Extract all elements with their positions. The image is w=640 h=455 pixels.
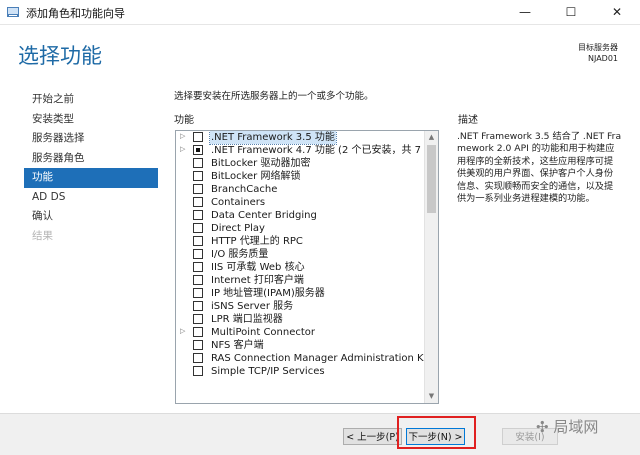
- next-button-highlight: [397, 416, 476, 449]
- nav-item[interactable]: AD DS: [24, 188, 158, 208]
- feature-row[interactable]: HTTP 代理上的 RPC: [176, 235, 438, 248]
- target-server-label: 目标服务器: [578, 43, 618, 52]
- feature-row[interactable]: Containers: [176, 196, 438, 209]
- feature-checkbox[interactable]: [193, 145, 203, 155]
- feature-row[interactable]: ▷ .NET Framework 3.5 功能: [176, 131, 438, 145]
- nav-item[interactable]: 服务器角色: [24, 149, 158, 169]
- close-button[interactable]: ✕: [594, 0, 640, 24]
- feature-checkbox[interactable]: [193, 197, 203, 207]
- feature-label[interactable]: LPR 端口监视器: [210, 313, 284, 326]
- nav-item[interactable]: 安装类型: [24, 110, 158, 130]
- feature-row[interactable]: BitLocker 驱动器加密: [176, 157, 438, 170]
- nav-item: 结果: [32, 229, 53, 242]
- wizard-nav: 开始之前 安装类型 服务器选择 服务器角色 功能 AD DS 确认结果: [24, 90, 158, 246]
- feature-row[interactable]: NFS 客户端: [176, 339, 438, 352]
- expand-arrow-icon[interactable]: ▷: [180, 327, 185, 335]
- expand-arrow-icon[interactable]: ▷: [180, 145, 185, 153]
- wizard-app-icon: [7, 7, 19, 17]
- feature-checkbox[interactable]: [193, 288, 203, 298]
- features-heading: 功能: [174, 115, 194, 126]
- feature-row[interactable]: iSNS Server 服务: [176, 300, 438, 313]
- feature-label[interactable]: Internet 打印客户端: [210, 274, 305, 287]
- feature-row[interactable]: BitLocker 网络解锁: [176, 170, 438, 183]
- feature-row[interactable]: LPR 端口监视器: [176, 313, 438, 326]
- feature-label[interactable]: IP 地址管理(IPAM)服务器: [210, 287, 326, 300]
- feature-checkbox[interactable]: [193, 262, 203, 272]
- feature-row[interactable]: Internet 打印客户端: [176, 274, 438, 287]
- feature-label[interactable]: BitLocker 网络解锁: [210, 170, 301, 183]
- feature-label[interactable]: NFS 客户端: [210, 339, 265, 352]
- feature-label[interactable]: Containers: [210, 196, 266, 209]
- feature-row[interactable]: BranchCache: [176, 183, 438, 196]
- feature-checkbox[interactable]: [193, 275, 203, 285]
- window-titlebar: 添加角色和功能向导 — ☐ ✕: [0, 0, 640, 25]
- feature-checkbox[interactable]: [193, 171, 203, 181]
- feature-checkbox[interactable]: [193, 353, 203, 363]
- nav-item[interactable]: 确认: [24, 207, 158, 227]
- scroll-down-arrow-icon[interactable]: ▼: [425, 390, 438, 403]
- page-title: 选择功能: [18, 44, 102, 68]
- feature-row[interactable]: IP 地址管理(IPAM)服务器: [176, 287, 438, 300]
- maximize-button[interactable]: ☐: [548, 0, 594, 24]
- feature-checkbox[interactable]: [193, 132, 203, 142]
- feature-checkbox[interactable]: [193, 366, 203, 376]
- feature-label[interactable]: Data Center Bridging: [210, 209, 318, 222]
- feature-label[interactable]: HTTP 代理上的 RPC: [210, 235, 304, 248]
- feature-checkbox[interactable]: [193, 158, 203, 168]
- minimize-button[interactable]: —: [502, 0, 548, 24]
- feature-label[interactable]: Simple TCP/IP Services: [210, 365, 326, 378]
- nav-item[interactable]: 服务器选择: [24, 129, 158, 149]
- nav-item[interactable]: 功能: [24, 168, 158, 188]
- feature-row[interactable]: I/O 服务质量: [176, 248, 438, 261]
- feature-label[interactable]: RAS Connection Manager Administration Ki…: [210, 352, 438, 365]
- feature-checkbox[interactable]: [193, 327, 203, 337]
- scroll-thumb[interactable]: [427, 145, 436, 213]
- expand-arrow-icon[interactable]: ▷: [180, 132, 185, 140]
- feature-row[interactable]: ▷ .NET Framework 4.7 功能 (2 个已安装，共 7 个): [176, 144, 438, 157]
- feature-checkbox[interactable]: [193, 184, 203, 194]
- target-server-name: NJAD01: [587, 54, 618, 63]
- feature-label[interactable]: BranchCache: [210, 183, 278, 196]
- feature-label[interactable]: MultiPoint Connector: [210, 326, 316, 339]
- watermark-text: 局域网: [553, 418, 599, 436]
- feature-label[interactable]: I/O 服务质量: [210, 248, 269, 261]
- feature-row[interactable]: Data Center Bridging: [176, 209, 438, 222]
- feature-label[interactable]: .NET Framework 3.5 功能: [209, 131, 337, 145]
- feature-checkbox[interactable]: [193, 236, 203, 246]
- feature-checkbox[interactable]: [193, 340, 203, 350]
- feature-description: .NET Framework 3.5 结合了 .NET Framework 2.…: [457, 131, 622, 205]
- feature-row[interactable]: IIS 可承载 Web 核心: [176, 261, 438, 274]
- feature-checkbox[interactable]: [193, 314, 203, 324]
- target-server-info: 目标服务器 NJAD01: [578, 42, 618, 64]
- features-scrollbar[interactable]: ▲ ▼: [424, 131, 438, 403]
- feature-row[interactable]: Direct Play: [176, 222, 438, 235]
- feature-row[interactable]: RAS Connection Manager Administration Ki…: [176, 352, 438, 365]
- previous-button[interactable]: < 上一步(P): [343, 428, 402, 445]
- feature-label[interactable]: IIS 可承载 Web 核心: [210, 261, 306, 274]
- description-heading: 描述: [458, 115, 478, 126]
- feature-row[interactable]: ▷ MultiPoint Connector: [176, 326, 438, 339]
- watermark: ✣ 局域网: [536, 416, 598, 437]
- feature-label[interactable]: .NET Framework 4.7 功能 (2 个已安装，共 7 个): [210, 144, 438, 157]
- nav-item[interactable]: 开始之前: [24, 90, 158, 110]
- feature-label[interactable]: BitLocker 驱动器加密: [210, 157, 311, 170]
- feature-checkbox[interactable]: [193, 210, 203, 220]
- scroll-up-arrow-icon[interactable]: ▲: [425, 131, 438, 144]
- feature-row[interactable]: Simple TCP/IP Services: [176, 365, 438, 378]
- wechat-icon: ✣: [536, 418, 549, 436]
- features-rows: ▷ .NET Framework 3.5 功能 ▷ .NET Framework 4.…: [176, 131, 438, 378]
- feature-label[interactable]: iSNS Server 服务: [210, 300, 294, 313]
- features-list[interactable]: ▷ .NET Framework 3.5 功能 ▷ .NET Framework 4.…: [175, 130, 439, 404]
- feature-checkbox[interactable]: [193, 223, 203, 233]
- window-title: 添加角色和功能向导: [26, 7, 125, 20]
- instruction-text: 选择要安装在所选服务器上的一个或多个功能。: [174, 91, 374, 102]
- feature-label[interactable]: Direct Play: [210, 222, 266, 235]
- feature-checkbox[interactable]: [193, 301, 203, 311]
- feature-checkbox[interactable]: [193, 249, 203, 259]
